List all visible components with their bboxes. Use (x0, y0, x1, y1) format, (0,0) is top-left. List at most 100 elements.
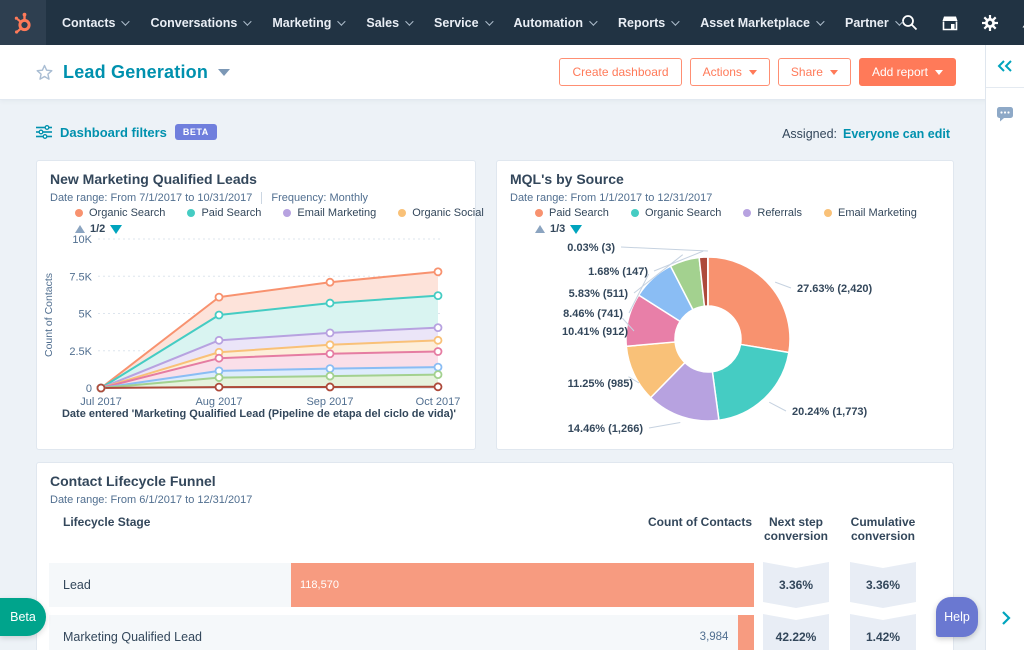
comment-icon (997, 107, 1013, 122)
x-axis-title: Date entered 'Marketing Qualified Lead (… (61, 408, 456, 420)
dashboard-filters-label: Dashboard filters (60, 124, 167, 140)
slice-label: 27.63% (2,420) (797, 283, 873, 295)
dashboard-picker-caret-icon[interactable] (218, 68, 231, 76)
comments-panel-button[interactable] (986, 106, 1024, 122)
nav-item-sales[interactable]: Sales (366, 15, 414, 30)
actions-button[interactable]: Actions (689, 58, 770, 86)
add-report-button[interactable]: Add report (858, 58, 956, 86)
legend-label: Paid Search (201, 207, 262, 219)
next-panel-button[interactable] (986, 610, 1024, 626)
chevron-down-icon (671, 16, 680, 26)
chevron-down-icon (243, 16, 252, 26)
assigned-link[interactable]: Everyone can edit (843, 127, 950, 141)
donut-chart: 27.63% (2,420) 20.24% (1,773) 14.46% (1,26… (562, 242, 873, 435)
funnel-stage-label: Lead (63, 578, 91, 592)
marketplace-icon[interactable] (941, 14, 959, 32)
caret-icon (748, 69, 757, 75)
nav-item-label: Asset Marketplace (700, 15, 810, 30)
nav-item-conversations[interactable]: Conversations (150, 15, 252, 30)
nav-item-label: Marketing (272, 15, 332, 30)
card-title: Contact Lifecycle Funnel (50, 473, 216, 489)
caret-icon (935, 69, 943, 75)
filter-sliders-icon (36, 125, 52, 139)
beta-pill-button[interactable]: Beta (0, 598, 46, 636)
badge-cumulative-conversion: 1.42% (850, 614, 916, 650)
date-range: Date range: From 7/1/2017 to 10/31/2017 (50, 192, 253, 204)
svg-text:0: 0 (86, 383, 92, 395)
gear-icon[interactable] (981, 14, 999, 32)
funnel-bar: 118,570 (291, 563, 754, 607)
legend-item-email-marketing[interactable]: Email Marketing (283, 207, 376, 219)
hubspot-logo[interactable] (0, 0, 46, 45)
nav-item-asset-marketplace[interactable]: Asset Marketplace (700, 15, 825, 30)
slice-label: 8.46% (741) (563, 308, 623, 320)
hubspot-dashboard: Contacts Conversations Marketing Sales Servi… (0, 0, 1024, 650)
legend-label: Email Marketing (297, 207, 377, 219)
slice-label: 11.25% (985) (568, 378, 634, 390)
badge-cumulative-conversion: 3.36% (850, 562, 916, 608)
collapse-panel-button[interactable] (986, 45, 1024, 88)
legend-item-organic-social[interactable]: Organic Social (398, 207, 484, 219)
nav-item-label: Conversations (150, 15, 238, 30)
search-icon[interactable] (901, 14, 919, 32)
slice-label: 1.68% (147) (588, 266, 648, 278)
svg-text:2.5K: 2.5K (69, 346, 92, 358)
nav-item-automation[interactable]: Automation (513, 15, 598, 30)
legend-dot-icon (398, 209, 407, 217)
nav-item-label: Reports (617, 15, 666, 30)
legend-item-organic-search[interactable]: Organic Search (75, 207, 165, 219)
nav-item-label: Contacts (62, 15, 116, 30)
funnel-bar (738, 615, 754, 650)
share-button[interactable]: Share (777, 58, 851, 86)
create-dashboard-button[interactable]: Create dashboard (559, 58, 682, 86)
chevron-down-icon (121, 16, 131, 26)
funnel-count: 118,570 (300, 579, 339, 591)
page-header: Lead Generation Create dashboard Actions… (0, 45, 1024, 100)
chevron-right-icon (1001, 611, 1011, 625)
nav-menu: Contacts Conversations Marketing Sales Servi… (46, 15, 904, 30)
chevron-down-icon (589, 16, 598, 26)
chevron-down-icon (816, 16, 825, 26)
contact-lifecycle-funnel-card: Contact Lifecycle Funnel Date range: Fro… (36, 462, 954, 650)
card-meta: Date range: From 7/1/2017 to 10/31/2017 … (50, 192, 368, 204)
funnel-count: 3,984 (699, 631, 729, 643)
column-header-cumulative-conversion: Cumulative conversion (850, 515, 916, 543)
meta-divider (261, 192, 263, 204)
frequency: Frequency: Monthly (271, 192, 369, 204)
donut-slice-2[interactable] (711, 343, 790, 422)
help-button[interactable]: Help (936, 597, 978, 637)
area-chart: 02.5K5K7.5K10KJul 2017 Aug 2017 Sep 2017 Oc… (43, 234, 460, 408)
nav-item-contacts[interactable]: Contacts (62, 15, 131, 30)
chevron-down-icon (484, 16, 494, 26)
card-meta: Date range: From 6/1/2017 to 12/31/2017 (50, 494, 252, 506)
legend-dot-icon (187, 209, 196, 217)
slice-label: 20.24% (1,773) (792, 406, 868, 418)
svg-text:Count of Contacts: Count of Contacts (43, 273, 55, 357)
nav-item-label: Automation (513, 15, 583, 30)
nav-item-label: Sales (366, 15, 400, 30)
legend-dot-icon (75, 209, 83, 217)
chart-legend: Organic Search Paid Search Email Marketing… (75, 207, 484, 219)
nav-item-label: Partner (844, 15, 889, 30)
legend-item-paid-search[interactable]: Paid Search (187, 207, 261, 219)
header-actions: Create dashboard Actions Share Add repor… (559, 58, 956, 86)
nav-item-reports[interactable]: Reports (617, 15, 680, 30)
dashboard-filters[interactable]: Dashboard filters BETA (36, 124, 217, 140)
svg-text:5K: 5K (79, 309, 93, 321)
nav-item-label: Service (434, 15, 479, 30)
donut-slice-1[interactable] (707, 256, 791, 354)
chevron-down-icon (405, 16, 414, 26)
nav-item-service[interactable]: Service (434, 15, 494, 30)
beta-badge: BETA (174, 124, 217, 140)
slice-label: 10.41% (912) (562, 326, 628, 338)
favorite-star-icon[interactable] (36, 64, 53, 81)
date-range: Date range: From 6/1/2017 to 12/31/2017 (50, 494, 253, 506)
top-navigation: Contacts Conversations Marketing Sales Servi… (0, 0, 1024, 45)
funnel-row-lead: Lead 118,570 (49, 563, 754, 607)
hubspot-sprocket-icon (14, 12, 31, 34)
column-header-next-step-conversion: Next step conversion (763, 515, 829, 543)
badge-next-step-conversion: 42.22% (763, 614, 829, 650)
nav-item-marketing[interactable]: Marketing (272, 15, 347, 30)
card-title: New Marketing Qualified Leads (50, 171, 257, 187)
nav-item-partner[interactable]: Partner (844, 15, 904, 30)
